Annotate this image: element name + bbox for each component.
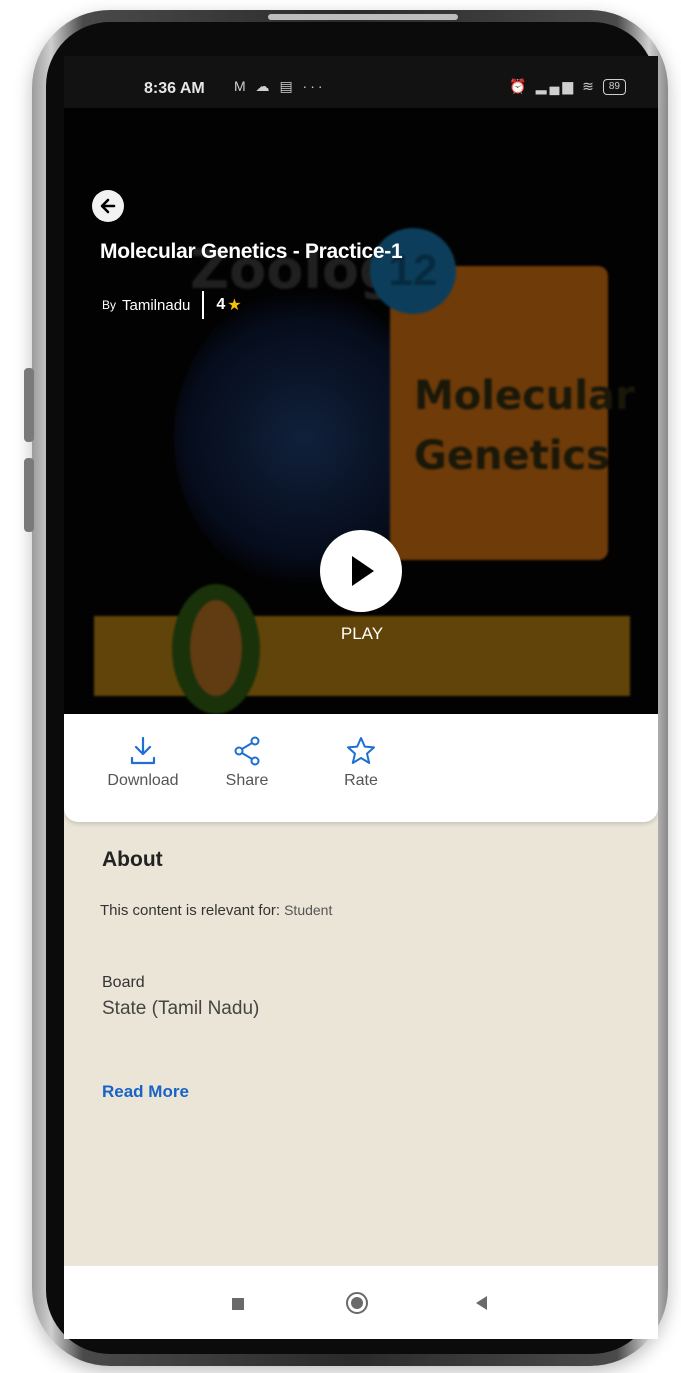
back-button[interactable] bbox=[92, 190, 124, 222]
content-byline: By Tamilnadu 4 ★ bbox=[102, 291, 242, 319]
relevance-value: Student bbox=[284, 902, 333, 918]
download-label: Download bbox=[107, 772, 179, 789]
read-more-link[interactable]: Read More bbox=[102, 1082, 189, 1102]
thumbnail-emblem-inner bbox=[190, 600, 242, 696]
system-icons: ⏰ ▂▄▆ ≋ 89 bbox=[509, 78, 626, 95]
share-icon bbox=[234, 736, 260, 766]
system-nav-bar bbox=[64, 1266, 658, 1339]
volume-down-button bbox=[24, 458, 34, 532]
volume-up-button bbox=[24, 368, 34, 442]
byline-divider bbox=[202, 291, 205, 319]
status-time: 8:36 AM bbox=[144, 80, 205, 97]
about-section: About This content is relevant for: Stude… bbox=[64, 806, 658, 1266]
rate-label: Rate bbox=[344, 772, 378, 789]
notification-icons: M ☁ ▤ ··· bbox=[234, 78, 326, 94]
relevance-label: This content is relevant for: bbox=[100, 902, 281, 919]
relevance-info: This content is relevant for: Student bbox=[100, 902, 332, 919]
recents-button[interactable] bbox=[232, 1298, 244, 1310]
play-icon bbox=[352, 556, 374, 586]
thumbnail-card-line2: Genetics bbox=[414, 433, 610, 479]
content-title: Molecular Genetics - Practice-1 bbox=[100, 240, 403, 263]
play-label[interactable]: PLAY bbox=[322, 624, 402, 644]
board-label: Board bbox=[102, 974, 145, 991]
download-button[interactable]: Download bbox=[100, 736, 186, 790]
download-icon bbox=[130, 736, 156, 765]
share-button[interactable]: Share bbox=[212, 736, 282, 790]
play-button[interactable] bbox=[320, 530, 402, 612]
star-icon: ★ bbox=[227, 297, 242, 314]
app-screen: 8:36 AM M ☁ ▤ ··· ⏰ ▂▄▆ ≋ 89 Zoology 12 … bbox=[64, 56, 658, 1339]
action-bar: Download Share Rate bbox=[64, 714, 658, 822]
by-prefix: By bbox=[102, 298, 117, 312]
rate-button[interactable]: Rate bbox=[326, 736, 396, 790]
author-name: Tamilnadu bbox=[122, 296, 191, 314]
content-hero: Zoology 12 Molecular Genetics Molecular … bbox=[64, 108, 658, 714]
signal-icon: ▂▄▆ bbox=[535, 78, 577, 94]
wifi-icon: ≋ bbox=[582, 78, 597, 94]
status-bar: 8:36 AM M ☁ ▤ ··· ⏰ ▂▄▆ ≋ 89 bbox=[64, 56, 658, 108]
nav-back-button[interactable] bbox=[476, 1296, 487, 1310]
home-button[interactable] bbox=[346, 1292, 368, 1314]
alarm-icon: ⏰ bbox=[509, 78, 530, 94]
thumbnail-card-line1: Molecular bbox=[414, 373, 635, 419]
back-arrow-icon bbox=[100, 198, 116, 214]
about-heading: About bbox=[102, 848, 163, 871]
board-value: State (Tamil Nadu) bbox=[102, 998, 260, 1019]
star-outline-icon bbox=[347, 737, 375, 764]
thumbnail-card-text: Molecular Genetics bbox=[414, 366, 635, 486]
phone-speaker bbox=[268, 14, 458, 20]
battery-icon: 89 bbox=[602, 78, 626, 95]
share-label: Share bbox=[225, 772, 269, 789]
rating-value: 4 bbox=[216, 296, 226, 313]
